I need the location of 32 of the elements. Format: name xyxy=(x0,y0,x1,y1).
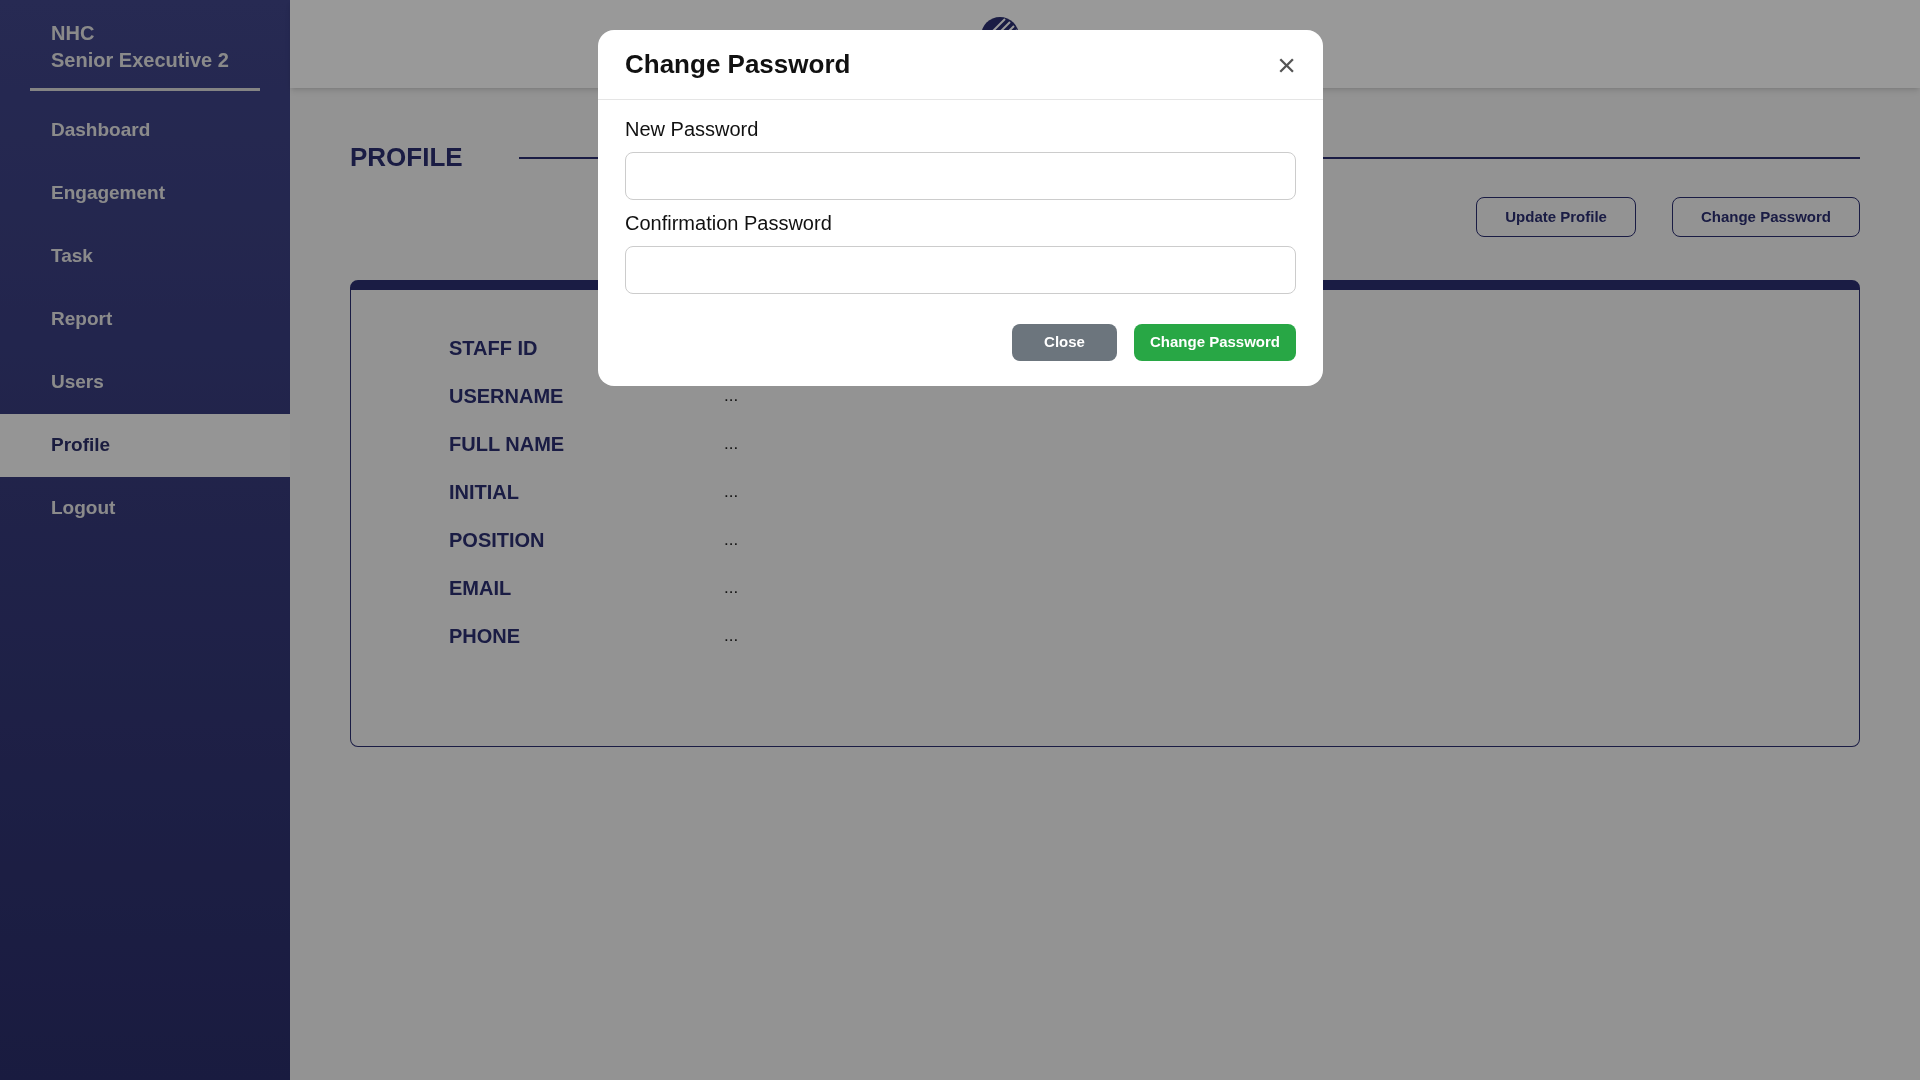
field-label: POSITION xyxy=(449,528,546,553)
field-value: ... xyxy=(724,625,739,648)
page-title: PROFILE xyxy=(350,141,463,174)
field-label: PHONE xyxy=(449,624,522,649)
dialog-button[interactable]: Change Password xyxy=(1134,324,1296,361)
password-field[interactable] xyxy=(625,152,1296,200)
sidebar-item[interactable]: Engagement xyxy=(0,162,290,225)
field-label: USERNAME xyxy=(449,384,565,409)
field-label: New Password xyxy=(625,117,760,142)
field-label: STAFF ID xyxy=(449,336,539,361)
sidebar-item[interactable]: Profile xyxy=(0,414,290,477)
field-value: ... xyxy=(724,481,739,504)
sidebar-item[interactable]: Dashboard xyxy=(0,99,290,162)
dialog-button[interactable]: Close xyxy=(1012,324,1117,361)
action-button[interactable]: Update Profile xyxy=(1476,197,1636,237)
field-label: Confirmation Password xyxy=(625,211,833,236)
sidebar-item[interactable]: Task xyxy=(0,225,290,288)
sidebar-item[interactable]: Report xyxy=(0,288,290,351)
dialog-title: Change Password xyxy=(625,48,851,81)
sidebar-item[interactable]: Logout xyxy=(0,477,290,540)
field-label: INITIAL xyxy=(449,480,520,505)
field-value: ... xyxy=(724,433,739,456)
field-value: ... xyxy=(724,385,739,408)
user-role: Senior Executive 2 xyxy=(50,48,230,73)
field-value: ... xyxy=(724,577,739,600)
field-value: ... xyxy=(724,529,739,552)
org-name: NHC xyxy=(50,21,96,46)
field-label: EMAIL xyxy=(449,576,513,601)
sidebar-item[interactable]: Users xyxy=(0,351,290,414)
field-label: FULL NAME xyxy=(449,432,566,457)
action-button[interactable]: Change Password xyxy=(1671,197,1860,237)
password-field[interactable] xyxy=(625,246,1296,294)
